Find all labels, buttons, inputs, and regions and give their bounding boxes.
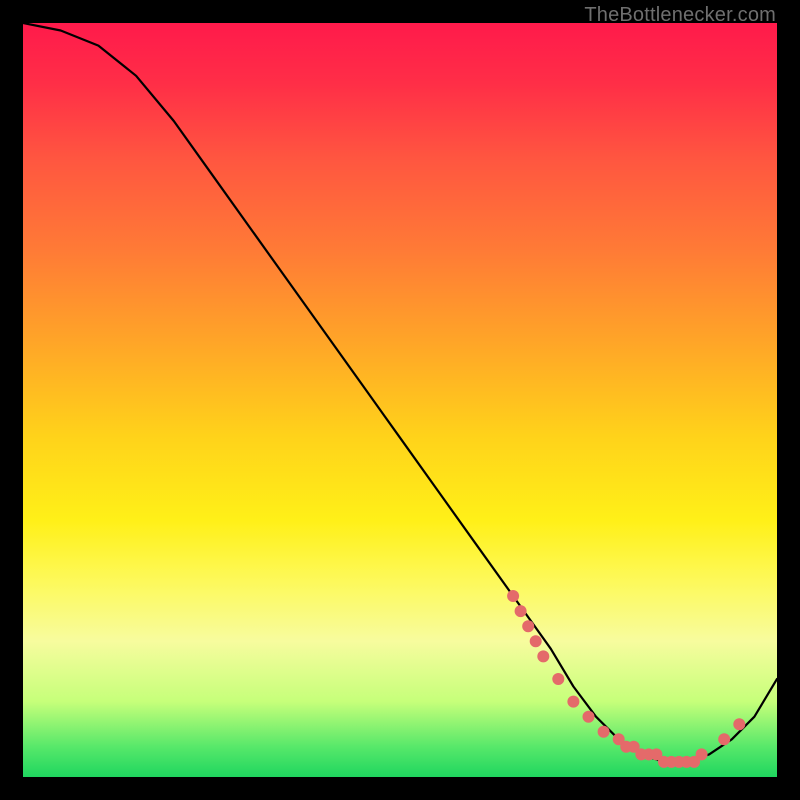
highlight-dot <box>522 620 534 632</box>
chart-frame: TheBottlenecker.com <box>0 0 800 800</box>
highlight-dot <box>530 635 542 647</box>
chart-plot-area <box>23 23 777 777</box>
marker-group <box>507 590 745 768</box>
highlight-dot <box>567 696 579 708</box>
highlight-dot <box>507 590 519 602</box>
chart-overlay-svg <box>23 23 777 777</box>
curve-line <box>23 23 777 762</box>
highlight-dot <box>718 733 730 745</box>
highlight-dot <box>598 726 610 738</box>
highlight-dot <box>733 718 745 730</box>
attribution-text: TheBottlenecker.com <box>584 4 776 27</box>
highlight-dot <box>552 673 564 685</box>
highlight-dot <box>696 748 708 760</box>
highlight-dot <box>537 650 549 662</box>
highlight-dot <box>515 605 527 617</box>
highlight-dot <box>583 711 595 723</box>
